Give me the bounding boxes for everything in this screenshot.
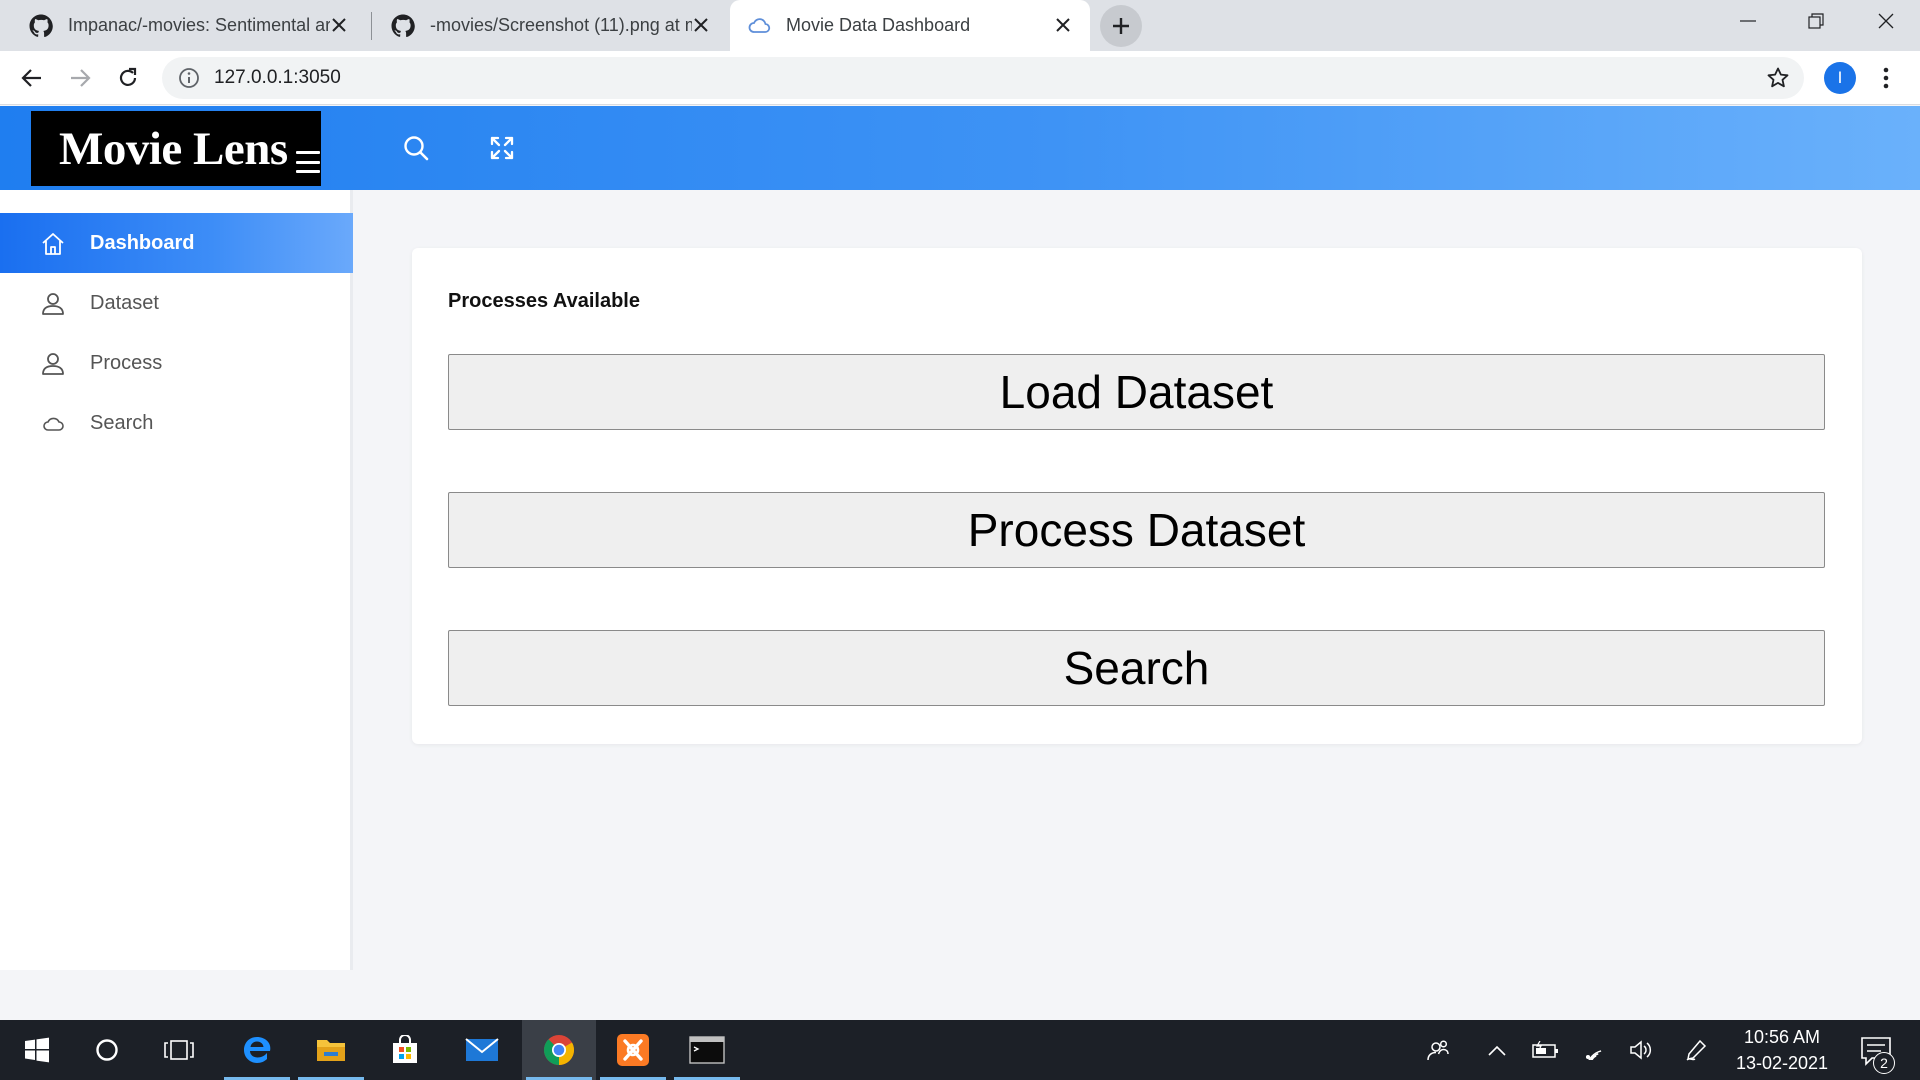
menu-icon[interactable] xyxy=(296,151,320,173)
browser-tab-strip: Impanac/-movies: Sentimental ar -movies/… xyxy=(0,0,1920,51)
plus-icon xyxy=(1113,18,1129,34)
home-icon xyxy=(42,233,64,255)
task-view-icon[interactable] xyxy=(142,1020,216,1080)
mail-icon[interactable] xyxy=(445,1020,519,1080)
process-dataset-button[interactable]: Process Dataset xyxy=(448,492,1825,568)
github-icon xyxy=(28,13,54,39)
restore-icon xyxy=(1808,13,1824,29)
bookmark-star-icon xyxy=(1767,67,1789,88)
github-icon xyxy=(390,13,416,39)
fullscreen-icon[interactable] xyxy=(484,130,520,166)
minimize-button[interactable] xyxy=(1714,0,1782,42)
minimize-icon xyxy=(1740,20,1756,22)
sidebar: Dashboard Dataset Process Search xyxy=(0,190,353,970)
browser-tab-3[interactable]: Movie Data Dashboard xyxy=(730,0,1090,51)
sidebar-item-label: Dashboard xyxy=(90,232,195,254)
arrow-left-icon xyxy=(21,69,41,87)
battery-icon[interactable] xyxy=(1526,1020,1566,1080)
load-dataset-button[interactable]: Load Dataset xyxy=(448,354,1825,430)
user-icon xyxy=(42,353,64,375)
restore-button[interactable] xyxy=(1782,0,1850,42)
tab-title: Movie Data Dashboard xyxy=(786,15,971,35)
windows-start-icon[interactable] xyxy=(0,1020,74,1080)
tab-title: Impanac/-movies: Sentimental ar xyxy=(68,15,330,35)
browser-menu-icon[interactable] xyxy=(1876,63,1896,93)
close-tab-icon[interactable] xyxy=(328,14,350,36)
arrow-right-icon xyxy=(71,69,91,87)
close-window-button[interactable] xyxy=(1852,0,1920,42)
new-tab-button[interactable] xyxy=(1100,5,1142,47)
file-explorer-icon[interactable] xyxy=(294,1020,368,1080)
back-button[interactable] xyxy=(14,60,50,96)
terminal-icon[interactable] xyxy=(670,1020,744,1080)
close-icon xyxy=(1878,13,1894,29)
tab-title: -movies/Screenshot (11).png at m xyxy=(430,15,692,35)
card-title: Processes Available xyxy=(448,290,640,312)
sidebar-item-label: Dataset xyxy=(90,292,159,314)
edge-icon[interactable] xyxy=(220,1020,294,1080)
sidebar-item-process[interactable]: Process xyxy=(0,333,353,393)
browser-toolbar: 127.0.0.1:3050 I xyxy=(0,51,1920,105)
pen-icon[interactable] xyxy=(1676,1020,1716,1080)
brand-logo[interactable]: Movie Lens xyxy=(31,111,321,186)
cloud-icon xyxy=(746,13,772,39)
volume-icon[interactable] xyxy=(1622,1020,1662,1080)
taskbar-clock[interactable]: 10:56 AM 13-02-2021 xyxy=(1725,1024,1839,1076)
xampp-icon[interactable] xyxy=(596,1020,670,1080)
close-tab-icon[interactable] xyxy=(1052,14,1074,36)
sidebar-item-label: Process xyxy=(90,352,163,374)
close-tab-icon[interactable] xyxy=(690,14,712,36)
info-icon xyxy=(179,68,199,88)
wifi-icon[interactable] xyxy=(1574,1020,1614,1080)
forward-button[interactable] xyxy=(62,60,98,96)
processes-card: Processes Available Load Dataset Process… xyxy=(412,248,1862,744)
address-bar[interactable]: 127.0.0.1:3050 xyxy=(162,57,1804,99)
user-icon xyxy=(42,293,64,315)
app-header: Movie Lens xyxy=(0,106,1920,190)
sidebar-item-label: Search xyxy=(90,412,154,434)
sidebar-item-search[interactable]: Search xyxy=(0,393,353,453)
url-text: 127.0.0.1:3050 xyxy=(214,67,341,88)
reload-button[interactable] xyxy=(110,60,146,96)
notification-count-badge: 2 xyxy=(1873,1052,1895,1074)
people-icon[interactable] xyxy=(1418,1020,1458,1080)
sidebar-item-dashboard[interactable]: Dashboard xyxy=(0,213,353,273)
search-button[interactable]: Search xyxy=(448,630,1825,706)
profile-avatar[interactable]: I xyxy=(1824,62,1856,94)
clock-date: 13-02-2021 xyxy=(1735,1053,1829,1073)
brand-title: Movie Lens xyxy=(59,123,288,175)
chevron-up-icon[interactable] xyxy=(1477,1020,1517,1080)
cloud-icon xyxy=(43,417,64,431)
store-icon[interactable] xyxy=(368,1020,442,1080)
browser-tab-1[interactable]: Impanac/-movies: Sentimental ar xyxy=(0,0,366,51)
browser-tab-2[interactable]: -movies/Screenshot (11).png at m xyxy=(362,0,728,51)
chrome-icon[interactable] xyxy=(522,1020,596,1080)
search-icon[interactable] xyxy=(398,130,434,166)
sidebar-item-dataset[interactable]: Dataset xyxy=(0,273,353,333)
reload-icon xyxy=(119,67,137,86)
windows-taskbar: 10:56 AM 13-02-2021 2 xyxy=(0,1020,1920,1080)
cortana-icon[interactable] xyxy=(70,1020,144,1080)
clock-time: 10:56 AM xyxy=(1743,1027,1821,1047)
